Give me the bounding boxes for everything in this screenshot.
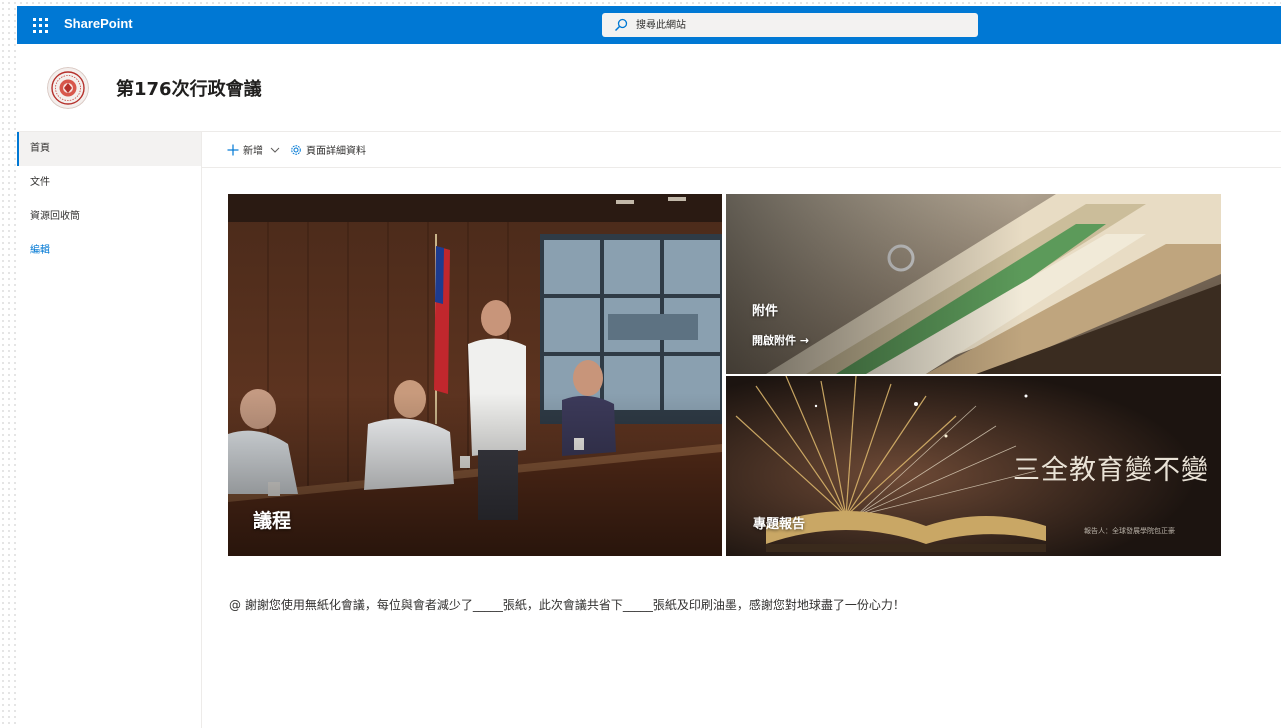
open-attachments-link[interactable]: 開啟附件 → — [752, 332, 809, 348]
nav-item-recycle-bin[interactable]: 資源回收筒 — [17, 200, 201, 234]
page-details-label: 頁面詳細資料 — [306, 146, 366, 157]
tile-agenda-title: 議程 — [253, 510, 292, 532]
tile-report-title: 專題報告 — [753, 517, 806, 532]
left-navigation: 首頁 文件 資源回收筒 編輯 — [17, 132, 202, 728]
search-input[interactable] — [634, 18, 958, 32]
arrow-right-icon: → — [799, 334, 810, 347]
app-name[interactable]: SharePoint — [64, 16, 133, 31]
new-button[interactable]: 新增 — [227, 132, 280, 167]
hero-webpart: 議程 附件 開啟附件 → 三全教育變不變 報告人：全球發展學院包正豪 專題報告 — [228, 194, 1221, 556]
hero-tile-attachments[interactable]: 附件 開啟附件 → — [726, 194, 1221, 374]
site-header: 第176次行政會議 — [17, 44, 1281, 132]
report-image-caption: 報告人：全球發展學院包正豪 — [1084, 527, 1175, 535]
hero-tile-report[interactable]: 三全教育變不變 報告人：全球發展學院包正豪 專題報告 — [726, 376, 1221, 556]
sharepoint-app: SharePoint 第176次行政會議 首頁 文件 資源回收筒 編輯 — [17, 6, 1281, 728]
report-image-title: 三全教育變不變 — [1013, 455, 1209, 486]
new-button-label: 新增 — [243, 146, 263, 157]
seal-logo-icon[interactable] — [47, 67, 89, 109]
open-attachments-label: 開啟附件 — [752, 334, 796, 347]
nav-item-documents[interactable]: 文件 — [17, 166, 201, 200]
search-icon — [614, 18, 628, 32]
paperless-message: @ 謝謝您使用無紙化會議，每位與會者減少了_____張紙，此次會議共省下____… — [229, 598, 905, 612]
meeting-photo — [228, 194, 722, 556]
suite-bar: SharePoint — [17, 6, 1281, 44]
plus-icon — [227, 144, 239, 155]
nav-item-home[interactable]: 首頁 — [17, 132, 201, 166]
hero-tile-agenda[interactable]: 議程 — [228, 194, 722, 556]
app-launcher-icon[interactable] — [31, 16, 49, 34]
chevron-down-icon[interactable] — [270, 146, 280, 154]
tile-attachments-title: 附件 — [752, 304, 779, 319]
site-title: 第176次行政會議 — [116, 79, 262, 100]
gear-icon — [291, 144, 301, 155]
nav-edit-link[interactable]: 編輯 — [17, 234, 201, 268]
page-details-button[interactable]: 頁面詳細資料 — [290, 132, 366, 167]
command-bar: 新增 頁面詳細資料 — [202, 132, 1281, 168]
search-box[interactable] — [602, 13, 978, 37]
